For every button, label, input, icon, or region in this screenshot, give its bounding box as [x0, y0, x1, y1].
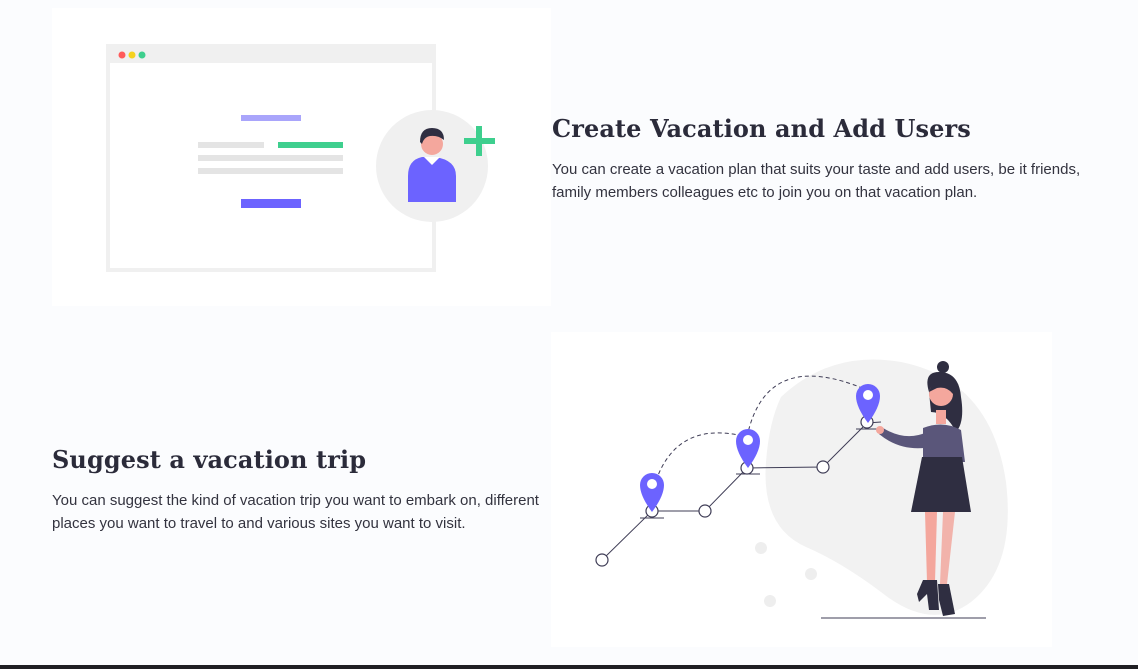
content-button-bar: [241, 199, 301, 208]
decor-dot: [764, 595, 776, 607]
background-blob: [765, 359, 1008, 615]
content-line: [198, 155, 343, 161]
add-user-illustration: [106, 44, 495, 272]
feature-1-illustration: [52, 8, 551, 306]
feature-1-title: Create Vacation and Add Users: [552, 114, 971, 143]
feature-2-illustration: [551, 332, 1052, 647]
content-line-accent: [241, 115, 301, 121]
window-minimize-dot: [128, 51, 136, 59]
location-pin-icon: [736, 429, 760, 475]
feature-2-description: You can suggest the kind of vacation tri…: [52, 492, 539, 532]
window-close-dot: [118, 51, 126, 59]
feature-2-title: Suggest a vacation trip: [52, 445, 367, 474]
travel-route-illustration: [595, 359, 1008, 619]
route-node: [595, 553, 609, 567]
feature-2-text: Suggest a vacation trip You can suggest …: [52, 443, 552, 535]
decor-dot: [805, 568, 817, 580]
window-maximize-dot: [138, 51, 146, 59]
route-node: [816, 460, 830, 474]
feature-1-text: Create Vacation and Add Users You can cr…: [552, 112, 1112, 204]
dashed-arc: [651, 432, 748, 495]
content-line: [198, 142, 264, 148]
content-line: [198, 168, 343, 174]
route-node: [698, 504, 712, 518]
decor-dot: [755, 542, 767, 554]
page-bottom-edge: [0, 665, 1138, 669]
feature-1-description: You can create a vacation plan that suit…: [552, 161, 1081, 201]
content-line-green: [278, 142, 343, 148]
